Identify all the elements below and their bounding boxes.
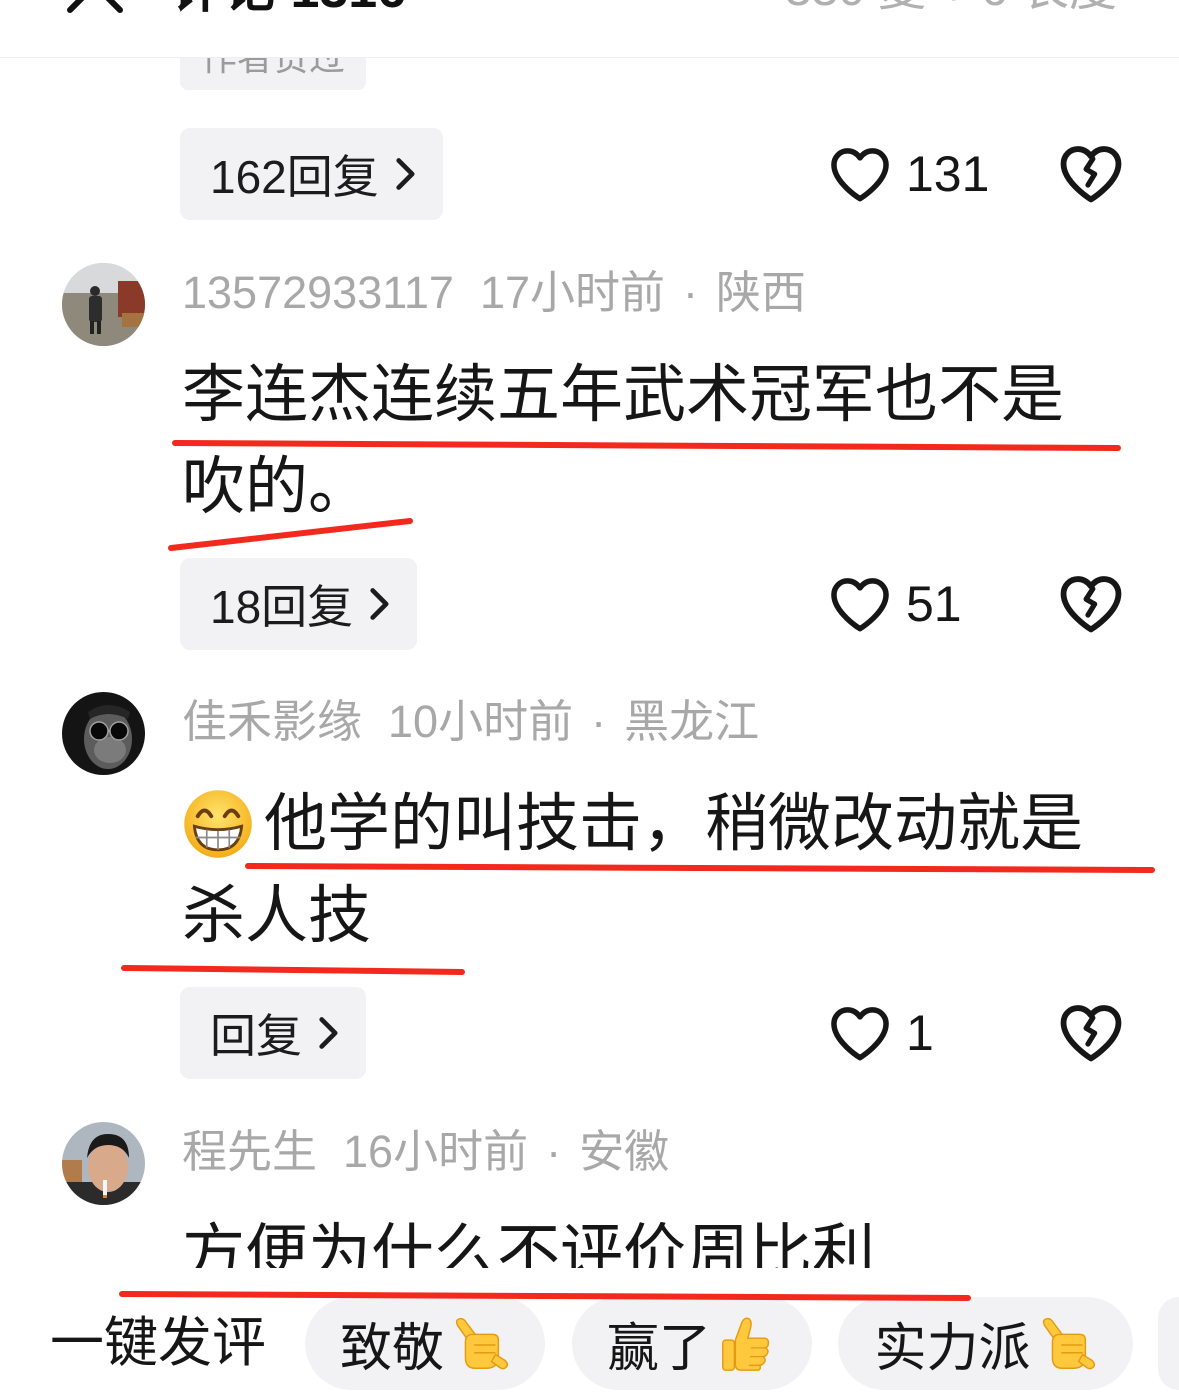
broken-heart-icon[interactable]: [1059, 576, 1123, 634]
chevron-right-icon: [370, 588, 389, 620]
reply-label: 18回复: [210, 581, 354, 633]
like-count: 131: [906, 146, 990, 202]
header-right-text: 330 复 + 6 长度: [785, 0, 1117, 20]
chip-label: 实力派: [874, 1320, 1031, 1378]
comment-text[interactable]: 李连杰连续五年武术冠军也不是吹的。: [182, 349, 1107, 533]
comment-item: 佳禾影缘 10小时前 · 黑龙江 他学的叫技击，稍微改动就是杀人技 回复 1: [0, 692, 1179, 1079]
heart-outline-icon[interactable]: [831, 1007, 889, 1062]
heart-outline-icon[interactable]: [831, 578, 889, 633]
quick-reply-chip[interactable]: 实力派: [838, 1297, 1133, 1390]
comment-time: 16小时前: [343, 1126, 529, 1177]
like-count: 51: [906, 576, 962, 632]
broken-heart-icon[interactable]: [1059, 146, 1123, 204]
comment-item: 13572933117 17小时前 · 陕西 李连杰连续五年武术冠军也不是吹的。 18…: [0, 263, 1179, 650]
quick-reply-chip-more[interactable]: [1158, 1297, 1179, 1390]
quick-reply-chip[interactable]: 赢了: [572, 1297, 812, 1390]
quick-reply-bar: 一键发评 致敬 赢了 实力派: [0, 1268, 1179, 1397]
comment-actions-row: 回复 1: [0, 987, 1179, 1079]
avatar[interactable]: [62, 263, 145, 346]
call-me-hand-icon: [1042, 1317, 1095, 1369]
comment-location: 陕西: [716, 267, 807, 318]
quick-reply-label: 一键发评: [50, 1313, 266, 1373]
comment-actions-row: 162回复 131: [0, 128, 1179, 220]
broken-heart-icon[interactable]: [1059, 1005, 1123, 1063]
meta-separator: ·: [683, 267, 699, 318]
avatar[interactable]: [62, 1122, 145, 1205]
comment-text-container[interactable]: 他学的叫技击，稍微改动就是杀人技: [182, 778, 1107, 962]
username[interactable]: 13572933117: [182, 267, 454, 318]
comment-meta: 程先生 16小时前 · 安徽: [182, 1122, 669, 1182]
comment-location: 安徽: [579, 1126, 670, 1177]
quick-reply-chip[interactable]: 致敬: [305, 1297, 545, 1390]
reply-label: 回复: [210, 1010, 302, 1062]
comment-text: 他学的叫技击，稍微改动就是杀人技: [182, 789, 1083, 951]
close-icon[interactable]: [64, 0, 126, 16]
meta-separator: ·: [591, 696, 607, 747]
comment-meta: 佳禾影缘 10小时前 · 黑龙江: [182, 692, 759, 752]
reply-button[interactable]: 回复: [180, 987, 366, 1079]
chevron-right-icon: [396, 158, 415, 190]
comments-header: 评论 1316 330 复 + 6 长度: [0, 0, 1179, 58]
avatar[interactable]: [62, 692, 145, 775]
comment-time: 17小时前: [479, 267, 666, 318]
username[interactable]: 佳禾影缘: [182, 696, 362, 747]
call-me-hand-icon: [455, 1317, 509, 1369]
like-count: 1: [906, 1005, 934, 1061]
chevron-right-icon: [319, 1017, 338, 1049]
chip-label: 赢了: [606, 1320, 711, 1378]
comments-title: 评论 1316: [172, 0, 406, 20]
comment-meta: 13572933117 17小时前 · 陕西: [182, 263, 806, 323]
view-replies-button[interactable]: 18回复: [180, 558, 418, 650]
chip-label: 致敬: [339, 1320, 444, 1378]
thumbs-up-icon: [722, 1317, 770, 1371]
comment-time: 10小时前: [388, 696, 574, 747]
comment-location: 黑龙江: [624, 696, 760, 747]
reply-label: 162回复: [210, 151, 379, 203]
view-replies-button[interactable]: 162回复: [180, 128, 443, 220]
heart-outline-icon[interactable]: [831, 148, 889, 203]
meta-separator: ·: [546, 1126, 562, 1177]
username[interactable]: 程先生: [182, 1126, 317, 1177]
comment-actions-row: 18回复 51: [0, 558, 1179, 650]
grin-emoji-icon: [182, 788, 254, 860]
